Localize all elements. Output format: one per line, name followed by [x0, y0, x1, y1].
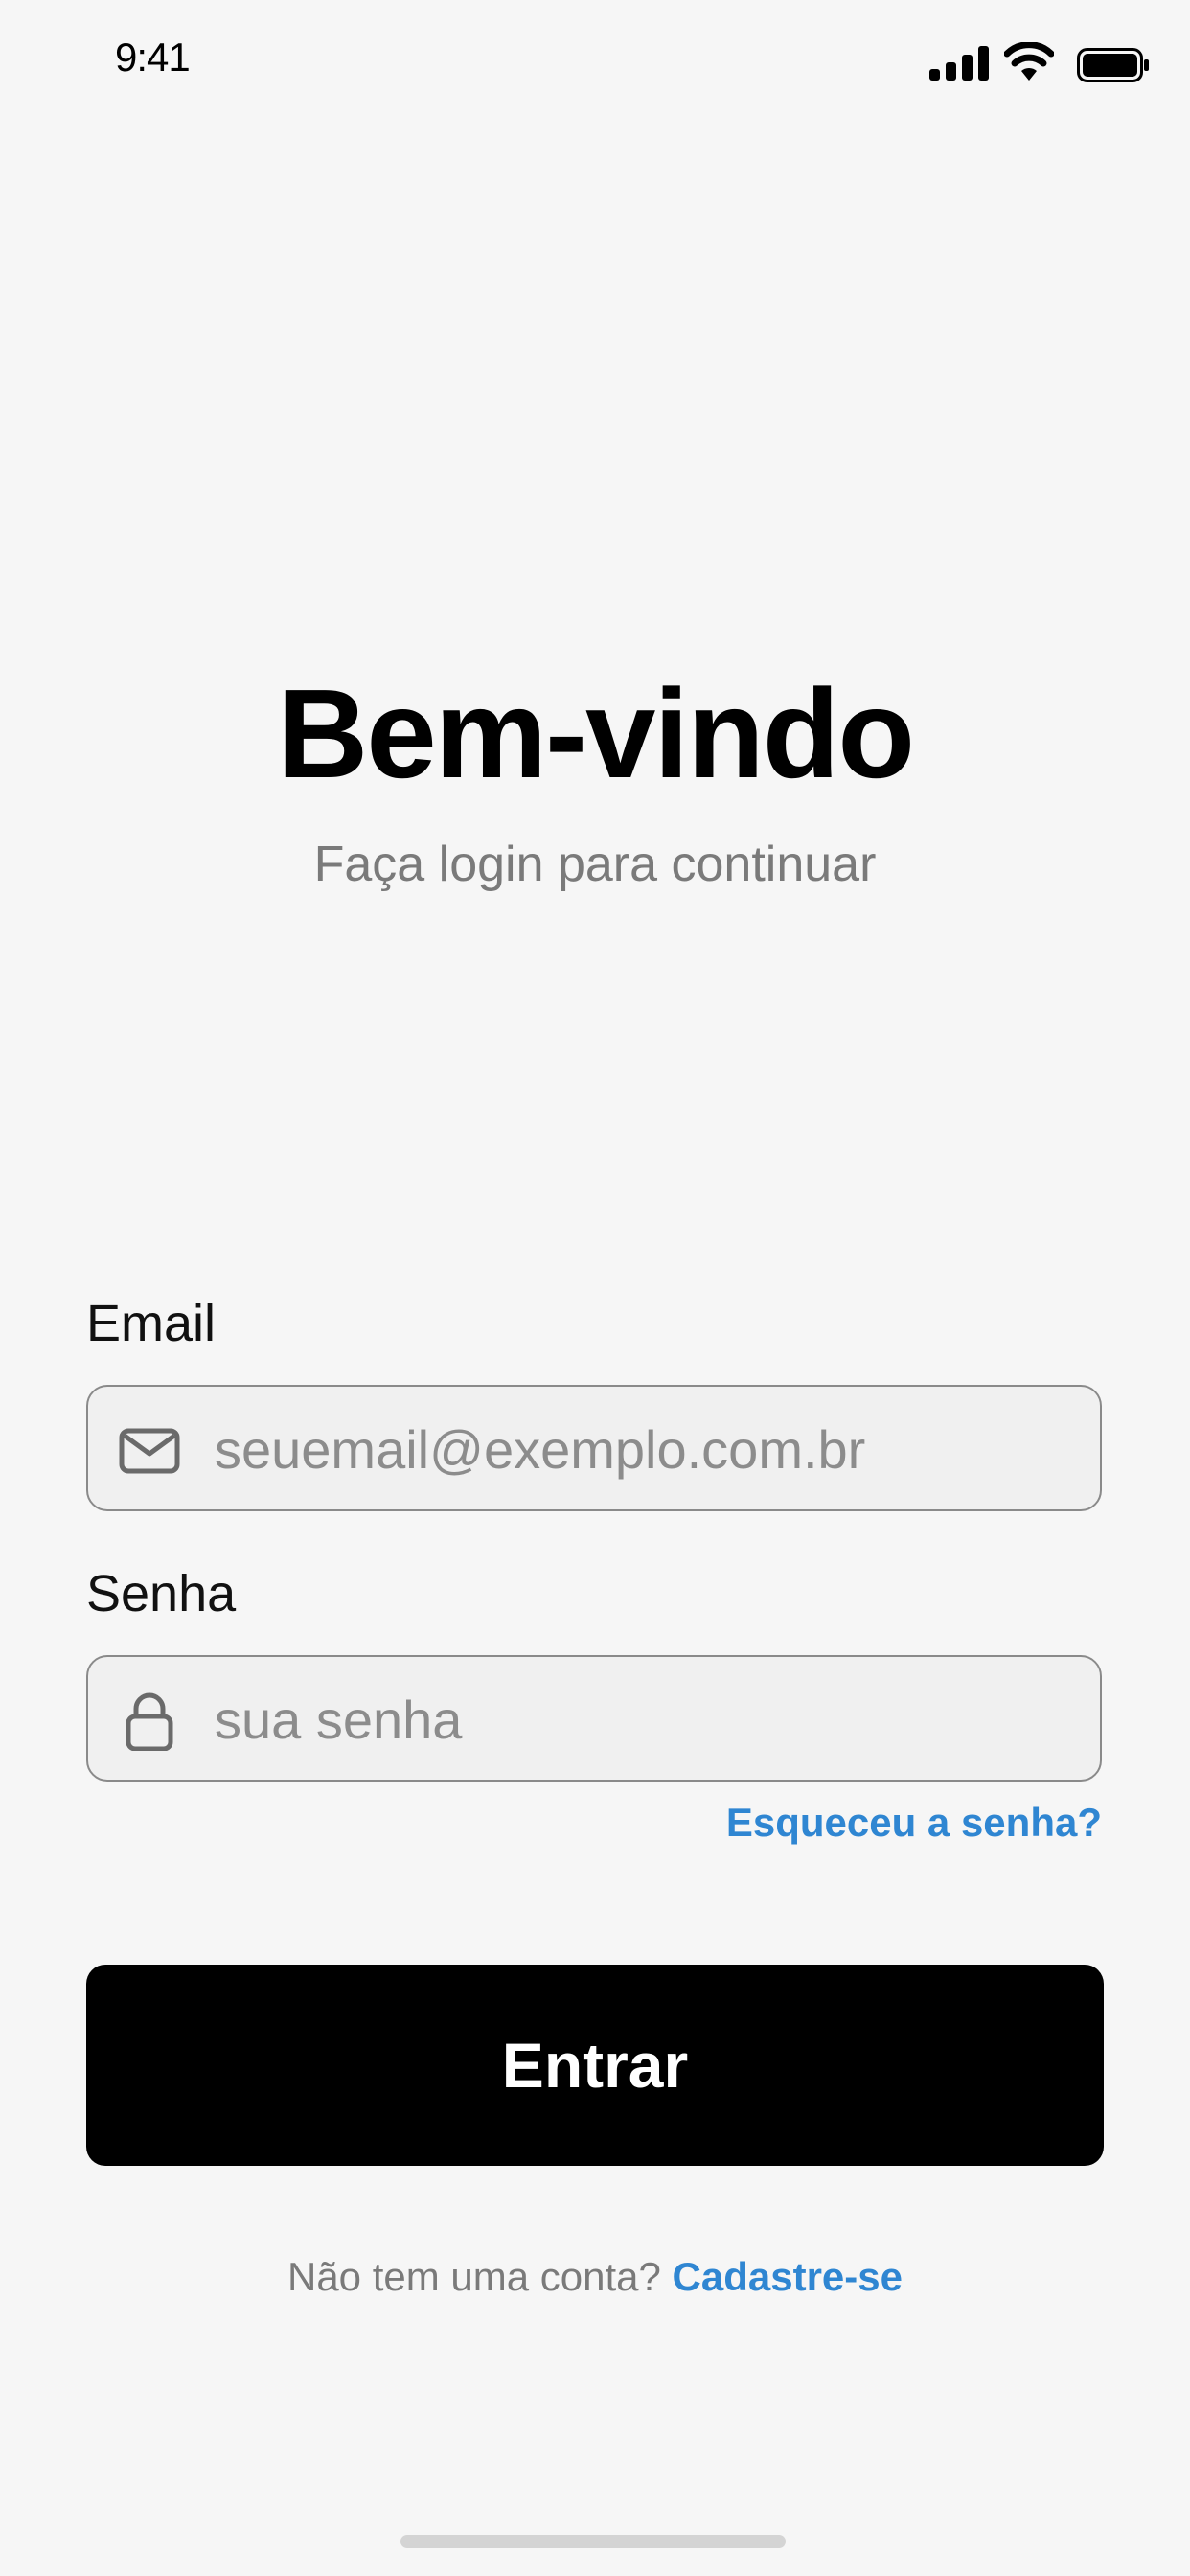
page-title: Bem-vindo	[276, 663, 915, 804]
signup-link[interactable]: Cadastre-se	[673, 2254, 903, 2299]
forgot-password-link[interactable]: Esqueceu a senha?	[575, 1800, 1102, 1846]
email-label: Email	[86, 1295, 217, 1352]
signup-question: Não tem uma conta?	[286, 2254, 673, 2299]
page-subtitle: Faça login para continuar	[313, 837, 877, 892]
password-label: Senha	[86, 1565, 237, 1622]
envelope-icon	[119, 1428, 180, 1474]
battery-icon	[1077, 48, 1149, 82]
password-input[interactable]	[213, 1657, 1060, 1782]
cellular-signal-icon	[929, 46, 989, 80]
status-time: 9:41	[115, 34, 191, 80]
email-field[interactable]	[86, 1385, 1102, 1511]
home-indicator[interactable]	[400, 2535, 786, 2548]
lock-icon	[126, 1692, 173, 1751]
login-button[interactable]: Entrar	[86, 1965, 1104, 2166]
signup-prompt: Não tem uma conta? Cadastre-se	[0, 2254, 1190, 2300]
password-field[interactable]	[86, 1655, 1102, 1782]
email-input[interactable]	[213, 1387, 1060, 1511]
wifi-icon	[1004, 42, 1054, 80]
